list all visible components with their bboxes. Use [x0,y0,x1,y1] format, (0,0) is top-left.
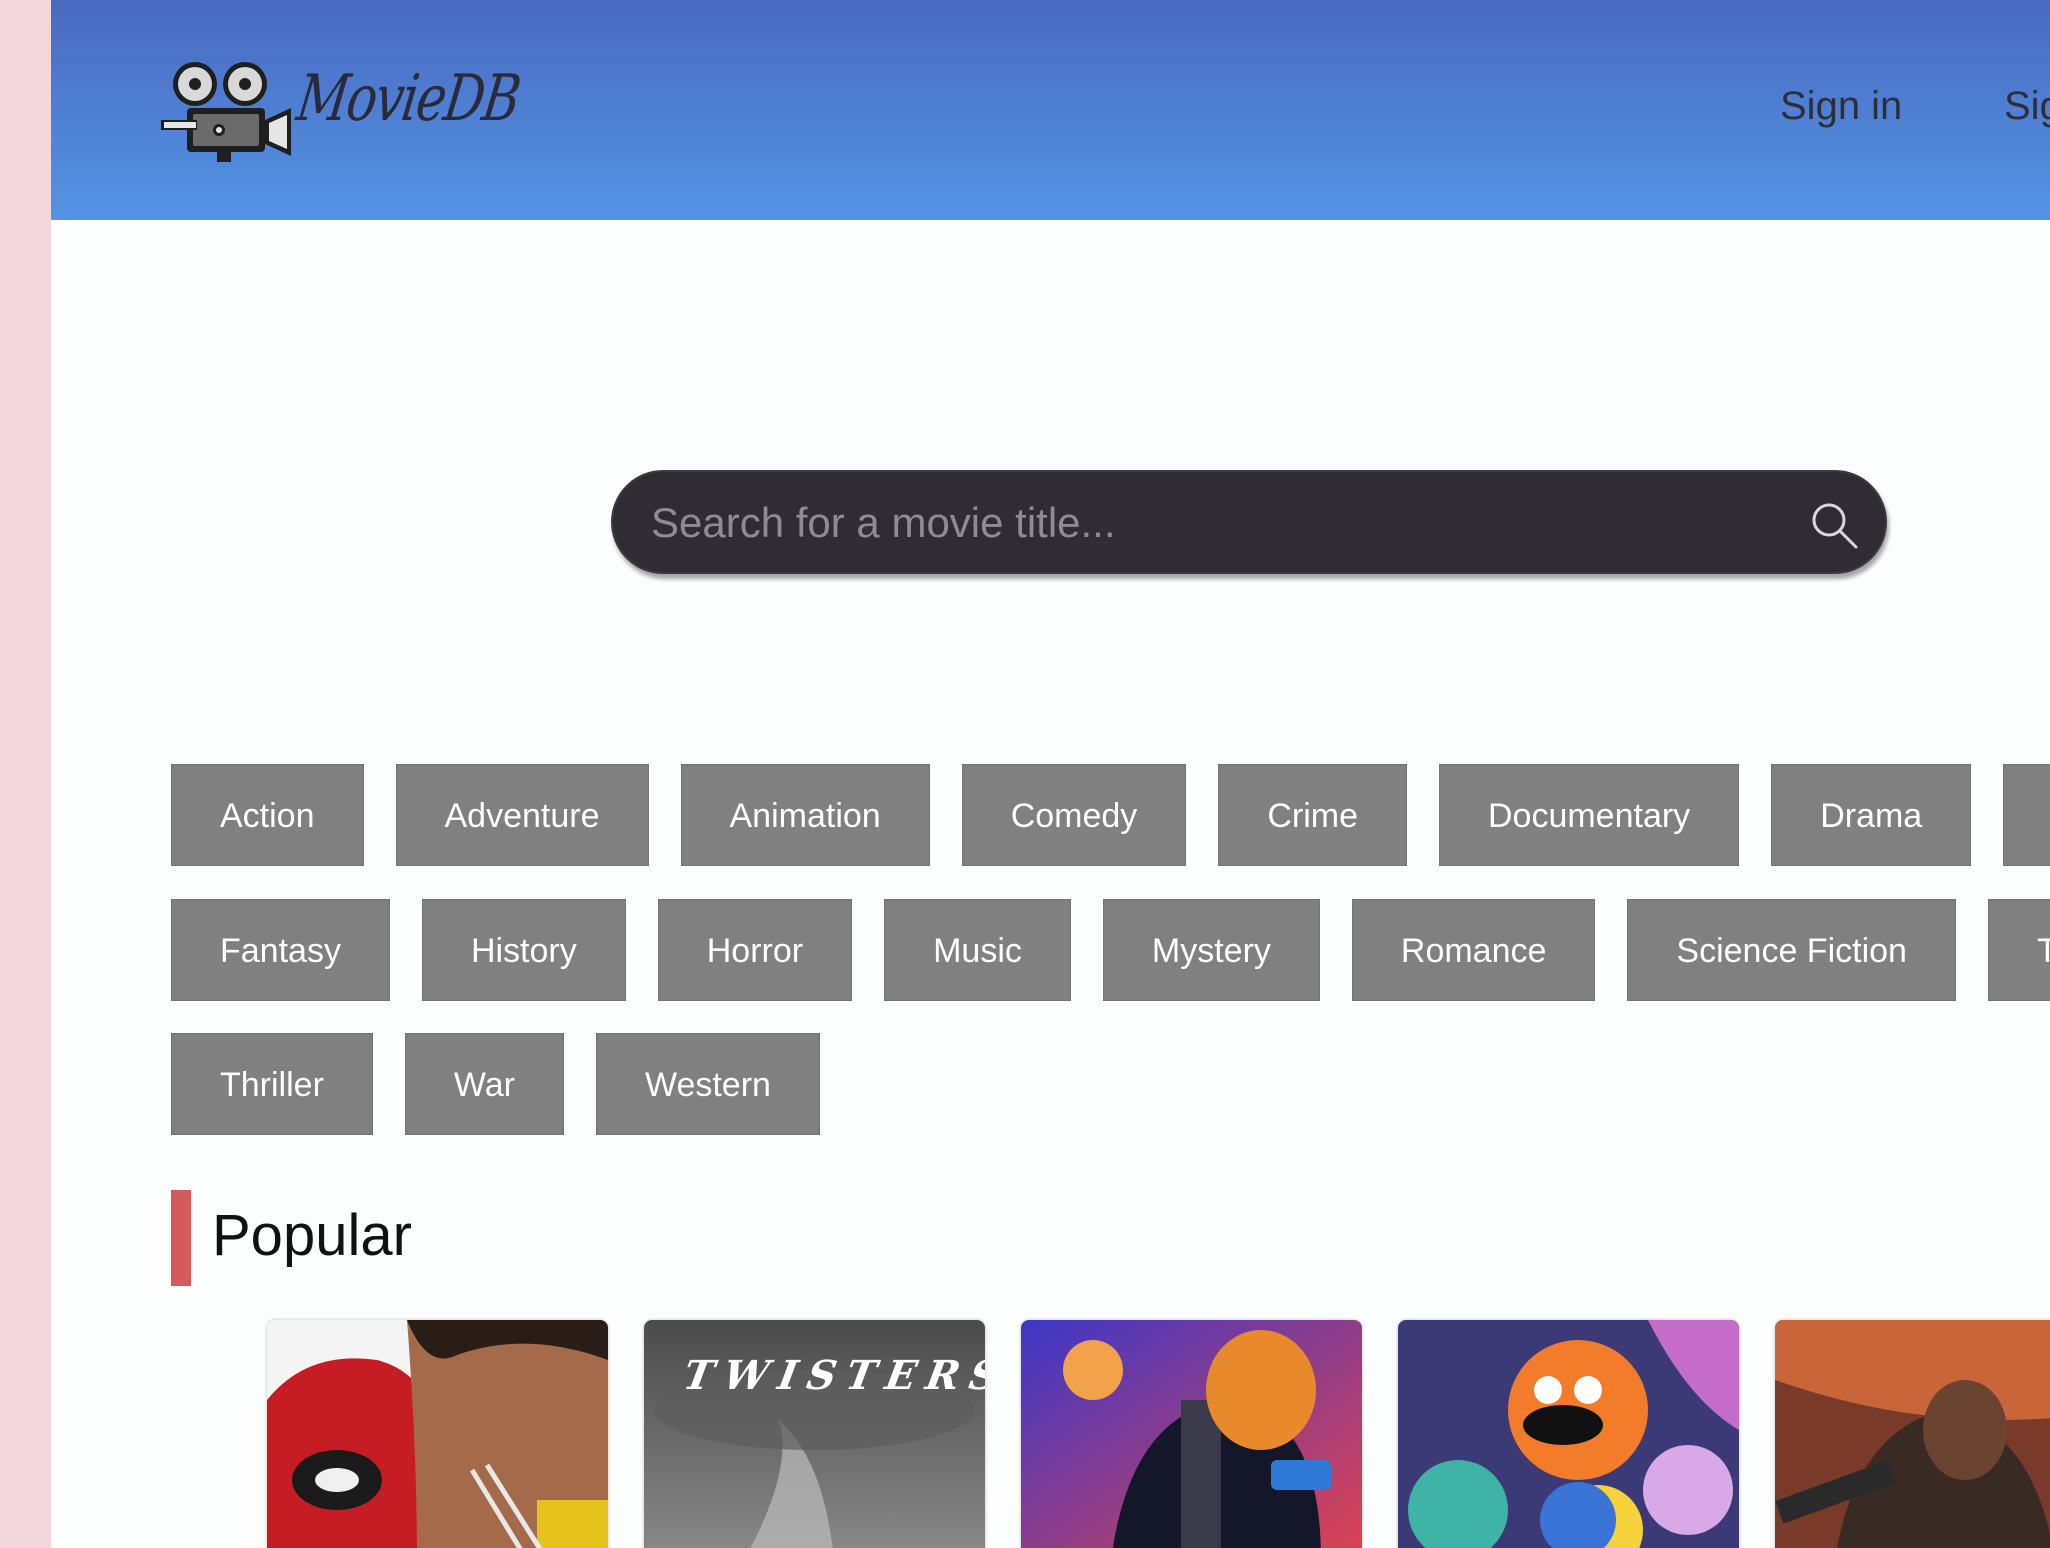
genre-fantasy-button[interactable]: Fantasy [171,899,390,1001]
genre-action-button[interactable]: Action [171,764,364,866]
genre-adventure-button[interactable]: Adventure [395,764,649,866]
genre-history-button[interactable]: History [421,899,626,1001]
genre-documentary-button[interactable]: Documentary [1438,764,1740,866]
sign-in-link[interactable]: Sign in [1780,84,1902,129]
genre-crime-button[interactable]: Crime [1218,764,1407,866]
genre-romance-button[interactable]: Romance [1351,899,1596,1001]
sign-up-link[interactable]: Sig [2004,84,2050,129]
search-input[interactable] [649,472,1753,574]
movie-poster[interactable] [1021,1320,1362,1548]
movie-poster[interactable] [1398,1320,1739,1548]
genre-row: Action Adventure Animation Comedy Crime Docum… [171,764,2050,866]
genre-thriller-button[interactable]: Thriller [171,1033,373,1135]
genre-row: Thriller War Western [171,1033,852,1135]
page: MovieDB Sign in Sig Action Adventure Anima… [51,0,2050,1548]
genre-western-button[interactable]: Western [595,1033,820,1135]
genre-mystery-button[interactable]: Mystery [1102,899,1320,1001]
section-accent-bar [171,1190,191,1286]
genre-comedy-button[interactable]: Comedy [961,764,1187,866]
search-icon[interactable] [1809,500,1859,550]
search-bar [611,470,1887,574]
movie-poster[interactable] [267,1320,608,1548]
logo-text[interactable]: MovieDB [293,62,524,136]
film-camera-logo-icon[interactable] [159,58,294,168]
genre-science-fiction-button[interactable]: Science Fiction [1627,899,1956,1001]
site-header: MovieDB Sign in Sig [51,0,2050,220]
genre-horror-button[interactable]: Horror [657,899,853,1001]
poster-title-text: TWISTERS [679,1352,985,1399]
genre-drama-button[interactable]: Drama [1771,764,1972,866]
genre-tv-button[interactable]: TV [1987,899,2050,1001]
genre-row: Fantasy History Horror Music Mystery Romance S… [171,899,2050,1001]
movie-poster[interactable]: TWISTERS [644,1320,985,1548]
genre-war-button[interactable]: War [404,1033,564,1135]
genre-button[interactable] [2003,764,2050,866]
genre-music-button[interactable]: Music [884,899,1071,1001]
section-title-popular: Popular [212,1203,412,1268]
movie-poster[interactable] [1775,1320,2050,1548]
genre-animation-button[interactable]: Animation [680,764,930,866]
